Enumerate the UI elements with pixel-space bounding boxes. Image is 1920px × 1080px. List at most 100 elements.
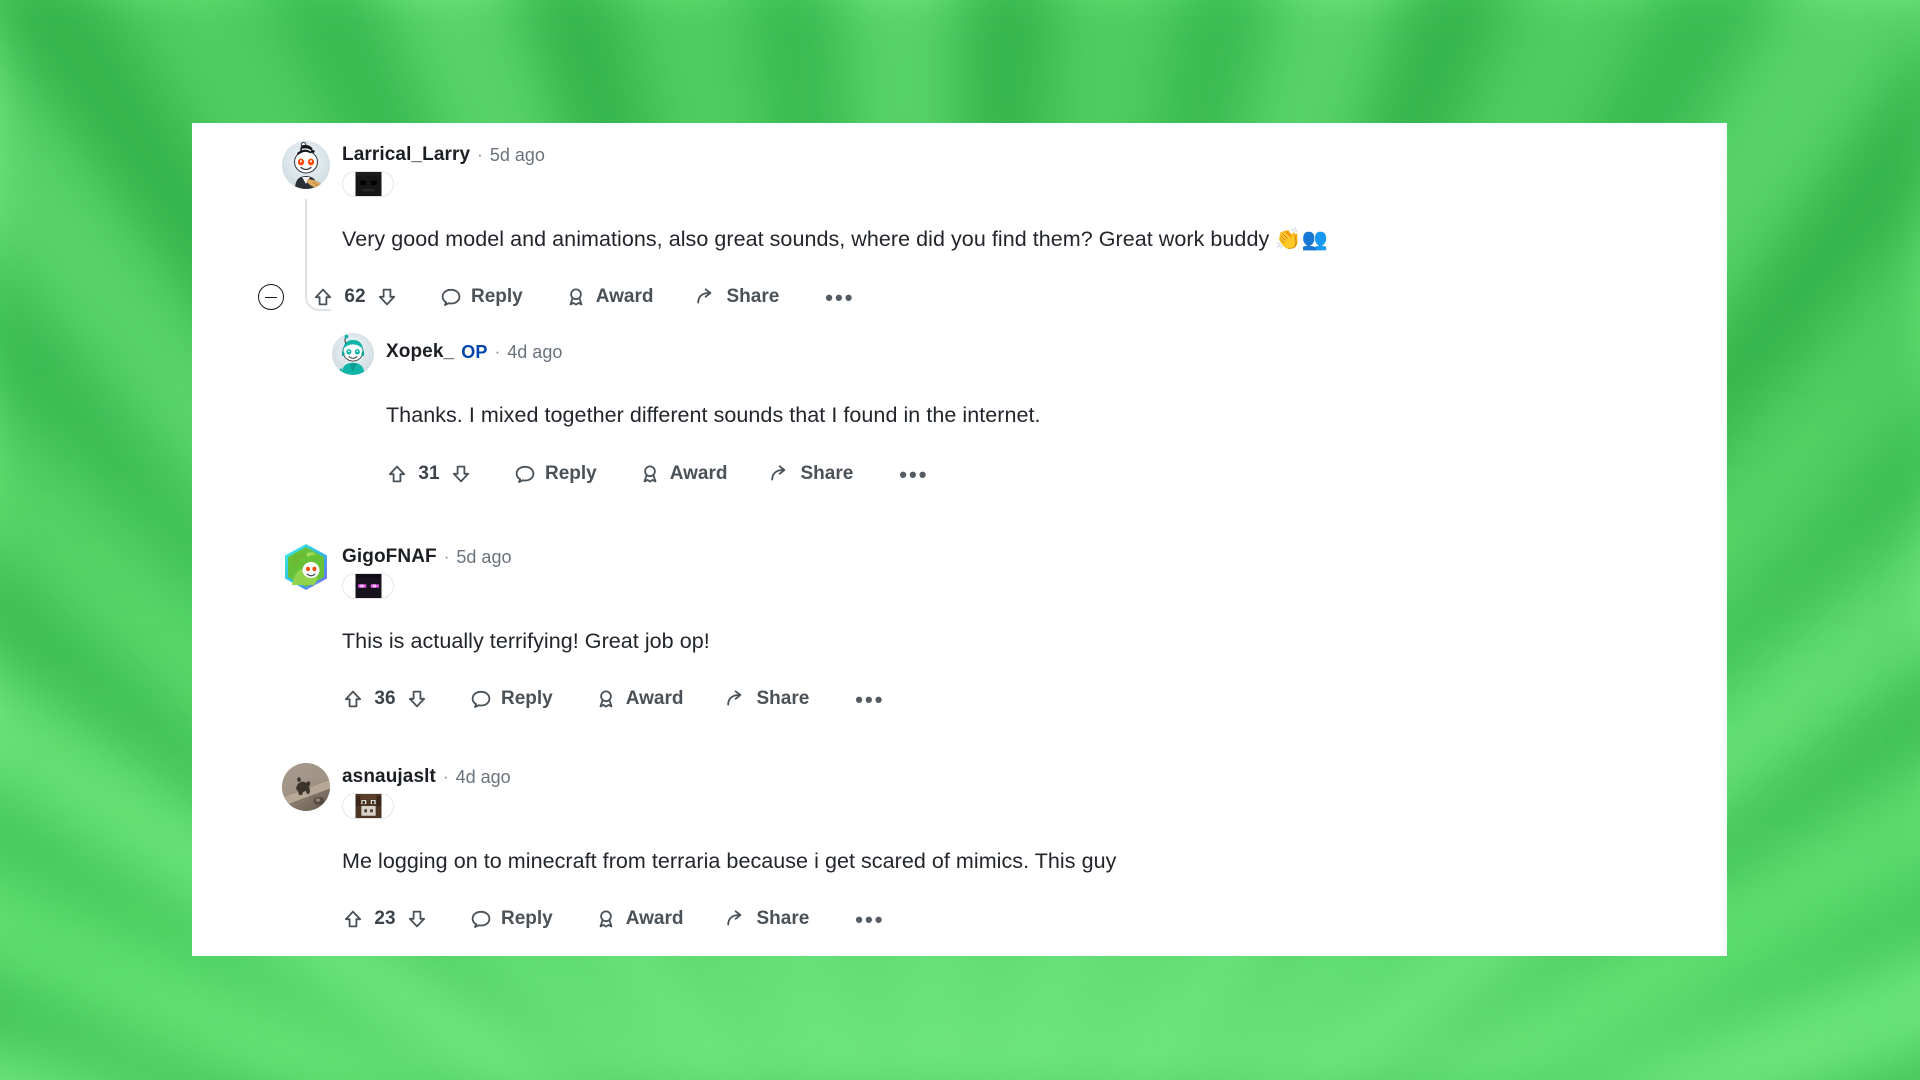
award-button[interactable]: Award [595,688,684,710]
downvote-arrow-icon[interactable] [406,688,428,710]
cow-face-icon [355,794,381,818]
comment-byline-3: asnaujaslt · 4d ago [342,767,511,786]
comment-reply-1-1: Xopek_ OP · 4d ago Thanks. I mixed toget… [332,333,1682,491]
award-label: Award [595,286,654,308]
comment-header-1: Larrical_Larry · 5d ago [282,141,1682,197]
user-flair-cow[interactable] [342,793,394,819]
share-button[interactable]: Share [725,688,809,710]
byline-separator: · [477,145,483,164]
thread-line-top [305,199,307,259]
award-ribbon-icon [643,465,657,483]
avatar[interactable] [332,333,374,375]
comment-body-reply: Thanks. I mixed together different sound… [386,400,1682,431]
vote-group-2: 36 [342,688,428,710]
reply-button[interactable]: Reply [470,908,553,930]
comment-actions-1: 62 Reply Award Share ••• [258,280,1682,314]
upvote-arrow-icon[interactable] [386,463,408,485]
award-label: Award [625,688,684,710]
award-button[interactable]: Award [639,463,728,485]
comment-byline-reply: Xopek_ OP · 4d ago [386,342,562,361]
award-ribbon-icon [569,288,583,306]
byline-separator: · [442,767,449,786]
share-button[interactable]: Share [725,908,809,930]
comment-text: Thanks. I mixed together different sound… [386,403,1041,427]
user-flair-wither-skeleton[interactable] [342,171,394,197]
comment-username[interactable]: Larrical_Larry [342,145,470,164]
award-ribbon-icon [599,690,613,708]
enderman-face-icon [355,574,381,598]
reply-button[interactable]: Reply [440,286,523,308]
comment-header-2: GigoFNAF · 5d ago [282,543,1682,599]
snoo-green-creature-hex-icon [285,544,327,590]
more-options-icon[interactable]: ••• [855,688,884,710]
speech-bubble-icon [515,466,535,484]
more-options-icon[interactable]: ••• [825,286,854,308]
reply-button[interactable]: Reply [470,688,553,710]
award-button[interactable]: Award [565,286,654,308]
share-button[interactable]: Share [769,463,853,485]
comment-username[interactable]: Xopek_ [386,342,454,361]
snoo-teal-hoodie-icon [332,333,374,375]
comment-text: This is actually terrifying! Great job o… [342,629,710,653]
speech-bubble-icon [441,289,461,307]
comment-header-3: asnaujaslt · 4d ago [282,763,1682,819]
comment-byline-1: Larrical_Larry · 5d ago [342,145,545,164]
thread-line-curve [305,285,331,311]
comment-text: Me logging on to minecraft from terraria… [342,849,1117,873]
vote-group-reply: 31 [386,463,472,485]
downvote-arrow-icon[interactable] [450,463,472,485]
comment-actions-reply: 31 Reply Award Share ••• [386,457,1682,491]
upvote-arrow-icon[interactable] [342,908,364,930]
avatar[interactable] [282,543,330,591]
collapse-thread-button[interactable] [258,284,284,311]
vote-count: 31 [418,463,440,485]
reply-label: Reply [471,286,523,308]
share-button[interactable]: Share [695,286,779,308]
comment-timestamp: 5d ago [456,546,512,567]
wither-skeleton-face-icon [355,172,381,196]
reply-label: Reply [501,688,553,710]
comment-timestamp: 4d ago [507,341,563,362]
downvote-arrow-icon[interactable] [376,286,398,308]
comment-body-3: Me logging on to minecraft from terraria… [342,846,1682,877]
comment-body-2: This is actually terrifying! Great job o… [342,626,1682,657]
comment-byline-2: GigoFNAF · 5d ago [342,547,511,566]
comment-root-3: asnaujaslt · 4d ago Me logging on to min… [282,763,1682,936]
share-arrow-icon [697,288,712,304]
comment-meta-1: Larrical_Larry · 5d ago [342,141,545,197]
comment-root-2: GigoFNAF · 5d ago This is actually terri… [282,543,1682,716]
award-button[interactable]: Award [595,908,683,930]
comment-emojis: 👏👥 [1275,228,1328,251]
byline-separator: · [443,547,450,566]
avatar[interactable] [282,763,330,811]
share-label: Share [756,688,810,710]
more-options-icon[interactable]: ••• [855,908,884,930]
speech-bubble-icon [471,691,491,709]
comment-text: Very good model and animations, also gre… [342,227,1276,251]
reply-button[interactable]: Reply [514,463,597,485]
comment-actions-2: 36 Reply Award Share ••• [342,682,1682,716]
comment-header-reply: Xopek_ OP · 4d ago [332,333,1682,375]
comment-body-1: Very good model and animations, also gre… [342,224,1682,255]
avatar[interactable] [282,141,330,189]
vote-count: 36 [374,688,396,710]
downvote-arrow-icon[interactable] [406,908,428,930]
byline-separator: · [494,342,501,361]
comment-username[interactable]: GigoFNAF [342,547,437,566]
comment-timestamp: 4d ago [455,766,511,787]
comment-thread-card: Larrical_Larry · 5d ago Very good model … [192,123,1727,956]
award-label: Award [669,463,728,485]
user-flair-enderman[interactable] [342,573,394,599]
comment-timestamp: 5d ago [489,144,545,165]
share-arrow-icon [727,910,742,926]
reply-label: Reply [501,908,553,930]
upvote-arrow-icon[interactable] [342,688,364,710]
vote-count: 23 [374,908,396,930]
share-label: Share [800,463,854,485]
comment-actions-3: 23 Reply Award Share ••• [342,902,1682,936]
vote-group-3: 23 [342,908,428,930]
comment-meta-2: GigoFNAF · 5d ago [342,543,511,599]
photo-dog-on-ramp-icon [282,763,330,811]
comment-username[interactable]: asnaujaslt [342,767,436,786]
more-options-icon[interactable]: ••• [899,463,928,485]
